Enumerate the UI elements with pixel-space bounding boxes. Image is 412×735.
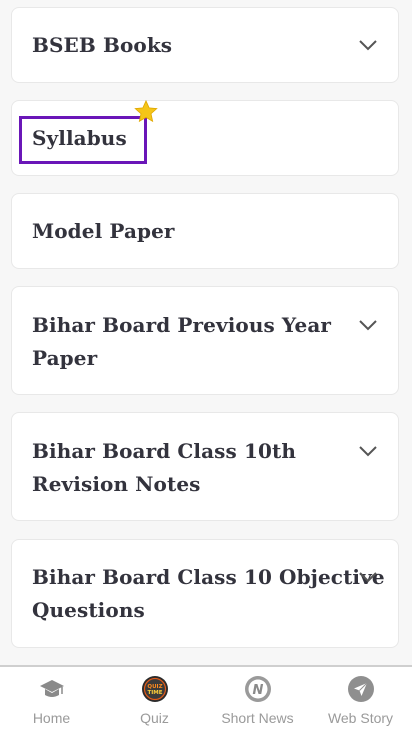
- chevron-down-icon[interactable]: [358, 445, 378, 457]
- accordion-item-previous-year-paper[interactable]: Bihar Board Previous Year Paper: [11, 286, 399, 395]
- accordion-item-title-line2: Paper: [32, 346, 98, 370]
- accordion-item-syllabus[interactable]: Syllabus: [11, 99, 399, 176]
- accordion-item-title: Syllabus: [32, 126, 127, 150]
- star-icon: [133, 99, 159, 125]
- nav-label: Home: [32, 710, 71, 726]
- accordion-item-bseb-books[interactable]: BSEB Books: [11, 7, 399, 83]
- nav-label: Quiz: [140, 710, 169, 726]
- svg-text:TIME: TIME: [147, 690, 162, 696]
- nav-item-short-news[interactable]: N Short News: [206, 667, 309, 735]
- accordion-item-title: BSEB Books: [32, 33, 173, 57]
- nav-item-home[interactable]: Home: [0, 667, 103, 735]
- graduation-cap-icon: [38, 675, 66, 703]
- chevron-down-icon[interactable]: [358, 571, 378, 583]
- nav-item-web-story[interactable]: Web Story: [309, 667, 412, 735]
- nav-item-quiz[interactable]: QUIZ TIME Quiz: [103, 667, 206, 735]
- quiz-time-icon: QUIZ TIME: [141, 675, 169, 703]
- accordion-item-title-line1: Bihar Board Previous Year: [32, 313, 332, 337]
- news-n-icon: N: [244, 675, 272, 703]
- accordion-item-title-line1: Bihar Board Class 10 Objective: [32, 565, 385, 589]
- accordion-item-revision-notes[interactable]: Bihar Board Class 10th Revision Notes: [11, 412, 399, 521]
- accordion-item-title: Model Paper: [32, 219, 175, 243]
- bottom-nav: Home QUIZ TIME Quiz N Short News Web Sto…: [0, 665, 412, 735]
- chevron-down-icon[interactable]: [358, 319, 378, 331]
- page: BSEB Books Syllabus Model Paper Bihar Bo…: [0, 0, 412, 735]
- accordion-item-title-line1: Bihar Board Class 10th: [32, 439, 296, 463]
- chevron-down-icon[interactable]: [358, 39, 378, 51]
- svg-text:N: N: [252, 683, 263, 698]
- accordion-item-title-line2: Questions: [32, 598, 145, 622]
- accordion-item-model-paper[interactable]: Model Paper: [11, 193, 399, 269]
- nav-label: Web Story: [327, 710, 394, 726]
- nav-label: Short News: [221, 710, 294, 726]
- accordion-item-title-line2: Revision Notes: [32, 472, 201, 496]
- accordion-item-objective-questions[interactable]: Bihar Board Class 10 Objective Questions: [11, 539, 399, 648]
- paper-plane-icon: [347, 675, 375, 703]
